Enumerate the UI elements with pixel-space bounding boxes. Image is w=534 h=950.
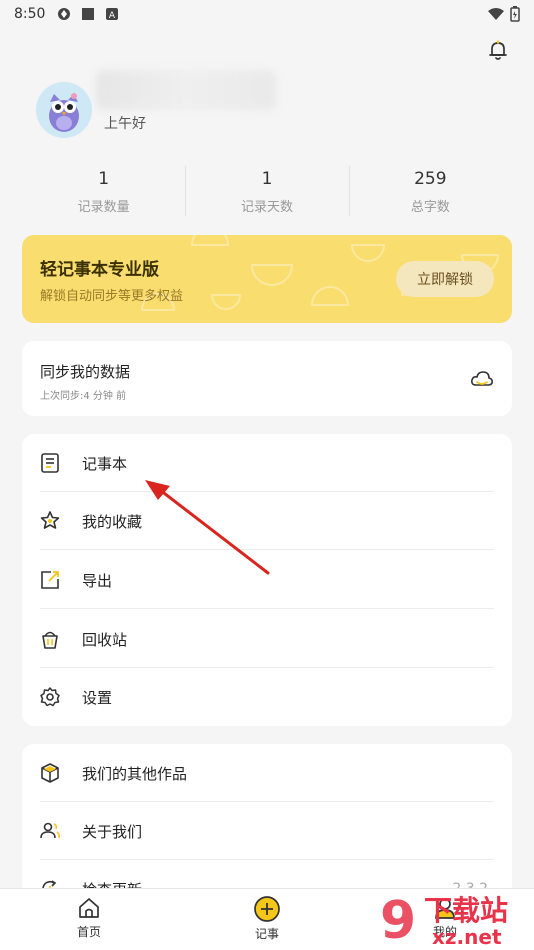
stat-value: 1 [261, 169, 273, 189]
menu-item-notebook[interactable]: 记事本 [22, 434, 512, 492]
status-bar: 8:50 A [0, 0, 534, 28]
svg-text:下载站: 下载站 [424, 894, 508, 927]
people-icon [40, 822, 61, 839]
site-watermark-logo: 9 下载站 xz.net [380, 891, 508, 948]
stat-value: 259 [414, 169, 447, 189]
cloud-sync-icon[interactable] [470, 368, 494, 390]
sync-last-time: 上次同步:4 分钟 前 [40, 391, 127, 402]
stat-label: 总字数 [410, 200, 450, 215]
unlock-button[interactable]: 立即解锁 [396, 261, 494, 297]
sync-card[interactable]: 同步我的数据 上次同步:4 分钟 前 [22, 341, 512, 416]
stat-label: 记录天数 [240, 200, 293, 215]
menu-item-about[interactable]: 关于我们 [22, 802, 512, 860]
menu-item-favorites[interactable]: 我的收藏 [22, 492, 512, 550]
star-flower-icon [40, 511, 60, 529]
home-icon [79, 898, 99, 918]
main-menu: 记事本 我的收藏 导出 回收站 设置 [22, 434, 512, 726]
wifi-icon [488, 8, 504, 20]
menu-item-settings[interactable]: 设置 [22, 668, 512, 726]
stat-label: 记录数量 [77, 200, 130, 215]
cube-icon [41, 763, 59, 783]
divider [40, 608, 494, 609]
nav-label: 首页 [76, 925, 101, 939]
username-blurred [96, 70, 276, 110]
svg-text:xz.net: xz.net [432, 925, 502, 948]
menu-item-label: 关于我们 [82, 822, 143, 841]
avatar[interactable] [36, 82, 92, 138]
sync-title: 同步我的数据 [40, 363, 131, 381]
trash-icon [42, 631, 58, 649]
menu-item-label: 记事本 [82, 454, 128, 473]
owl-avatar-icon [36, 82, 92, 138]
stats-row: 1 记录数量 1 记录天数 259 总字数 [22, 162, 512, 220]
menu-item-label: 设置 [82, 688, 113, 707]
pro-upgrade-card[interactable]: 轻记事本专业版 解锁自动同步等更多权益 立即解锁 [22, 235, 512, 323]
notebook-icon [41, 453, 59, 473]
pro-subtitle: 解锁自动同步等更多权益 [40, 289, 184, 304]
menu-item-trash[interactable]: 回收站 [22, 610, 512, 668]
svg-text:9: 9 [380, 891, 416, 948]
menu-item-other-apps[interactable]: 我们的其他作品 [22, 744, 512, 802]
export-icon [41, 571, 59, 589]
menu-item-label: 我们的其他作品 [82, 764, 188, 783]
square-notification-icon [82, 8, 95, 20]
stat-records: 1 记录数量 [22, 162, 185, 220]
app-notification-icon [58, 8, 71, 20]
menu-item-export[interactable]: 导出 [22, 551, 512, 609]
greeting: 上午好 [104, 116, 146, 132]
menu-item-label: 我的收藏 [82, 512, 143, 531]
svg-text:A: A [109, 11, 116, 21]
nav-notes[interactable]: 记事 [227, 895, 307, 942]
add-circle-icon [254, 896, 280, 922]
status-time: 8:50 [14, 6, 46, 22]
profile[interactable] [36, 82, 92, 138]
pro-title: 轻记事本专业版 [40, 260, 159, 280]
bell-icon[interactable] [486, 38, 510, 62]
stat-words: 259 总字数 [348, 162, 512, 220]
nav-label: 记事 [254, 927, 279, 941]
a-notification-icon: A [106, 8, 119, 21]
menu-item-label: 回收站 [82, 630, 128, 649]
battery-icon [510, 6, 520, 22]
divider [40, 549, 494, 550]
stat-value: 1 [98, 169, 110, 189]
stat-days: 1 记录天数 [185, 162, 348, 220]
menu-item-label: 导出 [82, 571, 113, 590]
nav-home[interactable]: 首页 [49, 895, 129, 940]
gear-icon [40, 687, 60, 707]
